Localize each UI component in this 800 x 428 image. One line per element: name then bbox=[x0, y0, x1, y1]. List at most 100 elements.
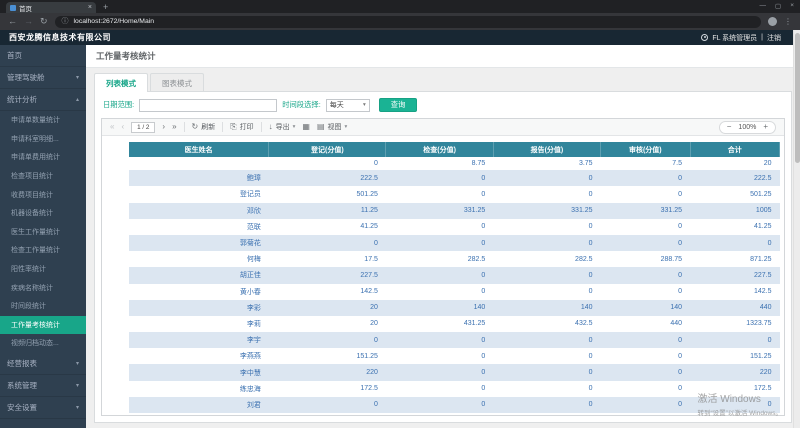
doctor-name-cell[interactable]: 李宇 bbox=[129, 332, 269, 348]
sidebar-subitem[interactable]: 时间段统计 bbox=[0, 297, 86, 316]
sidebar-subitem[interactable]: 检查工作量统计 bbox=[0, 241, 86, 260]
back-icon[interactable]: ← bbox=[8, 17, 17, 26]
value-cell: 0 bbox=[386, 397, 493, 413]
export-button[interactable]: ↓ 导出 ▾ bbox=[269, 122, 296, 132]
value-cell: 0 bbox=[601, 364, 690, 380]
sidebar-item[interactable]: 安全设置▾ bbox=[0, 397, 86, 419]
doctor-name-cell[interactable]: 刘君 bbox=[129, 397, 269, 413]
doctor-name-cell[interactable]: 李彩 bbox=[129, 300, 269, 316]
doctor-name-cell[interactable]: 登记员 bbox=[129, 186, 269, 202]
query-button[interactable]: 查询 bbox=[379, 98, 418, 112]
site-info-icon[interactable]: ⓘ bbox=[62, 18, 69, 25]
sidebar-item-label: 首页 bbox=[7, 50, 22, 61]
view-button[interactable]: ▤ 视图 ▾ bbox=[317, 122, 347, 132]
doctor-name-cell[interactable]: 胡正佳 bbox=[129, 267, 269, 283]
doctor-name-cell[interactable]: 邓欣 bbox=[129, 203, 269, 219]
doctor-name-cell[interactable]: 黄小春 bbox=[129, 284, 269, 300]
sidebar-item[interactable]: 经营报表 ▾ bbox=[0, 353, 86, 375]
date-range-input[interactable] bbox=[139, 99, 277, 112]
value-cell: 0 bbox=[601, 186, 690, 202]
maximize-icon[interactable]: ▢ bbox=[775, 2, 781, 10]
doctor-name-cell[interactable]: 练忠海 bbox=[129, 381, 269, 397]
chevron-down-icon: ▾ bbox=[76, 360, 79, 367]
sidebar-subitem[interactable]: 工作量考核统计 bbox=[0, 316, 86, 335]
page-indicator[interactable]: 1 / 2 bbox=[131, 122, 155, 133]
sidebar-item[interactable]: 系统管理▾ bbox=[0, 375, 86, 397]
value-cell: 0 bbox=[493, 381, 600, 397]
value-cell: 41.25 bbox=[690, 219, 779, 235]
window-close-icon[interactable]: × bbox=[790, 2, 794, 10]
sidebar-item[interactable]: 统计分析▴ bbox=[0, 89, 86, 111]
sidebar-subitem[interactable]: 申请单数量统计 bbox=[0, 111, 86, 130]
browser-tab[interactable]: 首页 × bbox=[6, 2, 96, 13]
current-user[interactable]: FL 系统管理员 bbox=[712, 33, 757, 43]
table-row: 李宇00000 bbox=[129, 332, 780, 348]
toolbar-divider bbox=[222, 122, 223, 132]
prev-page-icon[interactable]: ‹ bbox=[121, 123, 124, 131]
value-cell: 142.5 bbox=[690, 284, 779, 300]
print-button[interactable]: ⎘ 打印 bbox=[230, 122, 253, 132]
forward-icon[interactable]: → bbox=[24, 17, 33, 26]
period-label: 时间段选择: bbox=[282, 100, 321, 110]
sidebar-subitem[interactable]: 疾病名称统计 bbox=[0, 278, 86, 297]
browser-menu-icon[interactable]: ⋮ bbox=[784, 18, 792, 26]
reload-icon[interactable]: ↻ bbox=[40, 17, 48, 26]
doctor-name-cell[interactable]: 李燕燕 bbox=[129, 348, 269, 364]
value-cell: 0 bbox=[493, 397, 600, 413]
sidebar-subitem[interactable]: 申请科室明细... bbox=[0, 130, 86, 149]
page-layout-icon[interactable]: ▦ bbox=[302, 123, 310, 131]
doctor-name-cell[interactable]: 吕静 bbox=[129, 413, 269, 415]
last-page-icon[interactable]: » bbox=[172, 123, 176, 131]
minimize-icon[interactable]: — bbox=[760, 2, 767, 10]
table-row: 胡正佳227.5000227.5 bbox=[129, 267, 780, 283]
doctor-name-cell[interactable]: 鲍璋 bbox=[129, 170, 269, 186]
first-page-icon[interactable]: « bbox=[110, 123, 114, 131]
zoom-out-icon[interactable]: − bbox=[727, 123, 732, 131]
sidebar-subitem[interactable]: 申请单费用统计 bbox=[0, 148, 86, 167]
scrollbar-thumb[interactable] bbox=[795, 33, 800, 163]
value-cell: 331.25 bbox=[493, 203, 600, 219]
period-select[interactable]: 每天 ▾ bbox=[326, 99, 370, 112]
sidebar-item-label: 经营报表 bbox=[7, 358, 37, 369]
tab-list-mode[interactable]: 列表模式 bbox=[94, 73, 148, 92]
tab-content-panel: 日期范围: 时间段选择: 每天 ▾ 查询 « ‹ 1 / 2 › bbox=[94, 91, 792, 423]
sidebar-item[interactable]: 首页 bbox=[0, 45, 86, 67]
sidebar-subitem[interactable]: 收费项目统计 bbox=[0, 185, 86, 204]
report-table-body: 08.753.757.520鲍璋222.5000222.5登记员501.2500… bbox=[129, 157, 780, 415]
header-divider: | bbox=[761, 34, 763, 41]
refresh-button[interactable]: ↻ 刷新 bbox=[192, 122, 216, 132]
logout-link[interactable]: 注销 bbox=[767, 33, 781, 43]
sidebar-item[interactable]: 管理驾驶舱▾ bbox=[0, 67, 86, 89]
value-cell: 0 bbox=[386, 332, 493, 348]
browser-profile-icon[interactable] bbox=[768, 17, 777, 26]
scrollbar[interactable] bbox=[793, 30, 800, 428]
sidebar-subitem[interactable]: 医生工作量统计 bbox=[0, 223, 86, 242]
tab-close-icon[interactable]: × bbox=[88, 4, 92, 11]
value-cell: 17.5 bbox=[269, 251, 386, 267]
doctor-name-cell[interactable]: 李莉 bbox=[129, 316, 269, 332]
doctor-name-cell[interactable]: 郭菊花 bbox=[129, 235, 269, 251]
value-cell: 0 bbox=[493, 348, 600, 364]
sidebar-subitem[interactable]: 检查项目统计 bbox=[0, 167, 86, 186]
sidebar-item-label: 管理驾驶舱 bbox=[7, 72, 45, 83]
period-selected-value: 每天 bbox=[330, 100, 344, 110]
doctor-name-cell[interactable]: 何梅 bbox=[129, 251, 269, 267]
sidebar-subitem[interactable]: 阳性率统计 bbox=[0, 260, 86, 279]
sidebar-subitem[interactable]: 机器设备统计 bbox=[0, 204, 86, 223]
sidebar-item-label: 系统管理 bbox=[7, 380, 37, 391]
doctor-name-cell[interactable]: 李中慧 bbox=[129, 364, 269, 380]
page-title: 工作量考核统计 bbox=[86, 45, 800, 68]
report-table: 医生姓名登记(分值)检查(分值)报告(分值)审核(分值)合计 08.753.75… bbox=[129, 142, 780, 415]
tab-chart-mode[interactable]: 图表模式 bbox=[150, 73, 204, 92]
table-row: 李中慧220000220 bbox=[129, 364, 780, 380]
sidebar-subitem[interactable]: 视频归档动态... bbox=[0, 334, 86, 353]
new-tab-button[interactable]: + bbox=[103, 3, 108, 12]
zoom-in-icon[interactable]: + bbox=[763, 123, 768, 131]
address-bar[interactable]: ⓘ localhost:2672/Home/Main bbox=[55, 16, 761, 28]
next-page-icon[interactable]: › bbox=[162, 123, 165, 131]
zoom-control: − 100% + bbox=[719, 121, 776, 134]
chevron-down-icon: ▾ bbox=[76, 404, 79, 411]
main-area: 工作量考核统计 列表模式 图表模式 日期范围: 时间段选择: 每天 ▾ 查询 bbox=[86, 45, 800, 428]
report-viewer: « ‹ 1 / 2 › » ↻ 刷新 ⎘ 打印 bbox=[101, 118, 785, 416]
doctor-name-cell[interactable]: 范联 bbox=[129, 219, 269, 235]
